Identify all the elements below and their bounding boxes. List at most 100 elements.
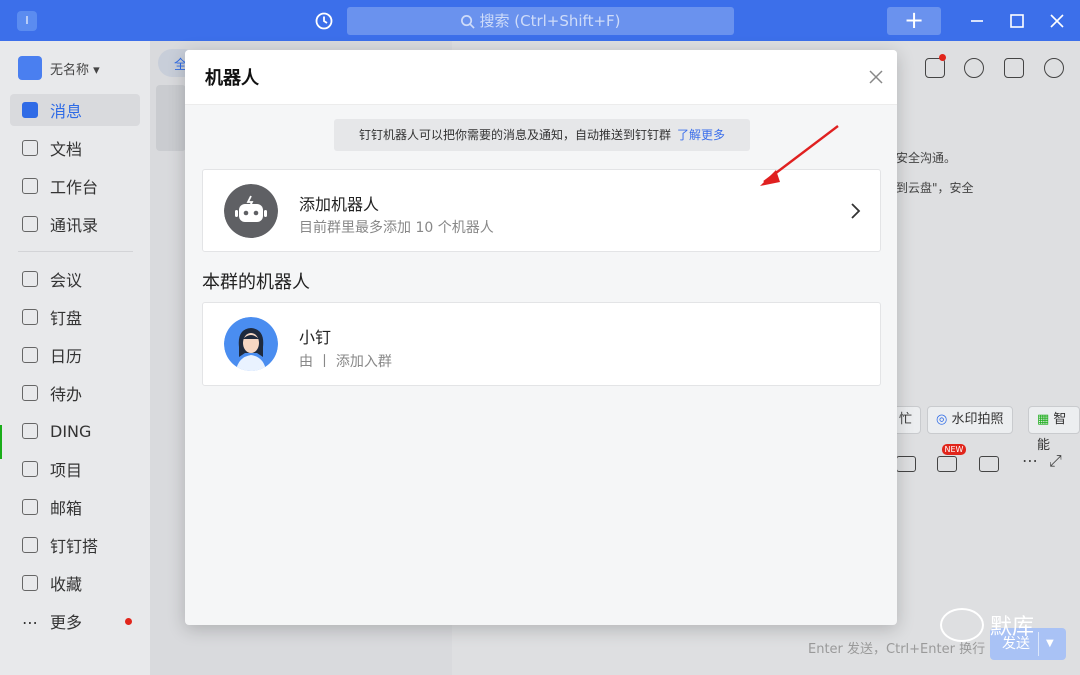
builder-icon (22, 537, 38, 553)
grid-icon (22, 178, 38, 194)
maximize-icon[interactable] (1006, 10, 1028, 32)
expand-icon[interactable]: ⤢ (1049, 451, 1062, 471)
sidebar-item-label: 会议 (50, 271, 83, 290)
quick-action-label: 水印拍照 (951, 412, 1004, 427)
wechat-logo-icon (940, 608, 984, 642)
more-icon: ⋯ (22, 613, 38, 632)
conversation-card[interactable] (156, 85, 186, 151)
sidebar-item-workbench[interactable]: 工作台 (10, 170, 140, 202)
sidebar-item-label: DING (50, 421, 92, 441)
add-robot-card[interactable]: 添加机器人 目前群里最多添加 10 个机器人 (202, 169, 881, 252)
title-bar: I 搜索 (Ctrl+Shift+F) + (0, 0, 1080, 41)
sidebar-item-label: 日历 (50, 347, 83, 366)
cloud-icon (22, 309, 38, 325)
sidebar-item-ding[interactable]: DING (10, 415, 140, 447)
learn-more-link[interactable]: 了解更多 (677, 128, 725, 142)
camera-icon: ◎ (936, 412, 952, 427)
mail-icon (22, 499, 38, 515)
sidebar-item-label: 邮箱 (50, 499, 83, 518)
search-placeholder: 搜索 (Ctrl+Shift+F) (479, 12, 621, 30)
sidebar-item-label: 钉盘 (50, 309, 83, 328)
sidebar-item-calendar[interactable]: 日历 (10, 339, 140, 371)
sidebar-item-more[interactable]: ⋯ 更多 (10, 605, 140, 637)
chat-text-line: 到云盘"，安全 (896, 181, 974, 195)
project-icon (22, 461, 38, 477)
sidebar-item-label: 钉钉搭 (50, 537, 99, 556)
folder-icon (22, 575, 38, 591)
sidebar-item-docs[interactable]: 文档 (10, 132, 140, 164)
org-switcher[interactable]: 无名称 ▾ (18, 56, 100, 80)
sidebar-item-favorites[interactable]: 收藏 (10, 567, 140, 599)
sidebar-item-label: 项目 (50, 461, 83, 480)
sidebar-item-label: 通讯录 (50, 216, 99, 235)
calendar-icon (22, 347, 38, 363)
sidebar-item-label: 收藏 (50, 575, 83, 594)
video-icon[interactable] (896, 456, 916, 472)
watermark-text: 默库 (990, 615, 1035, 640)
settings-icon[interactable] (1044, 58, 1064, 78)
group-file-icon[interactable] (925, 58, 945, 78)
notification-dot (939, 54, 946, 61)
chevron-down-icon[interactable]: ▼ (1046, 628, 1054, 660)
history-icon[interactable] (314, 11, 334, 31)
org-logo (18, 56, 42, 80)
sidebar-item-builder[interactable]: 钉钉搭 (10, 529, 140, 561)
bot-name: 小钉 (299, 328, 332, 347)
doc-icon (22, 140, 38, 156)
notice-text: 钉钉机器人可以把你需要的消息及通知，自动推送到钉钉群 (358, 128, 671, 142)
live-icon[interactable] (937, 456, 957, 472)
quick-action-smart[interactable]: ▦ 智能 (1028, 406, 1080, 453)
contacts-icon (22, 216, 38, 232)
chat-text-line: 安全沟通。 (896, 151, 957, 165)
robot-list-item[interactable]: 小钉 由 丨 添加入群 (202, 302, 881, 386)
bot-added-by: 由 丨 添加入群 (299, 354, 392, 370)
status-mark (0, 425, 2, 459)
sidebar-item-mail[interactable]: 邮箱 (10, 491, 140, 523)
message-icon (22, 102, 38, 118)
add-robot-title: 添加机器人 (299, 195, 380, 214)
sidebar: 无名称 ▾ 消息 文档 工作台 通讯录 会议 钉盘 日历 待办 DING 项目 … (0, 41, 150, 675)
sidebar-item-todo[interactable]: 待办 (10, 377, 140, 409)
add-robot-subtitle: 目前群里最多添加 10 个机器人 (299, 220, 494, 236)
close-icon[interactable] (867, 68, 885, 86)
todo-icon (22, 385, 38, 401)
create-button[interactable]: + (887, 7, 941, 35)
sidebar-item-label: 消息 (50, 102, 83, 121)
info-notice: 钉钉机器人可以把你需要的消息及通知，自动推送到钉钉群 了解更多 (334, 119, 750, 151)
minimize-icon[interactable] (966, 10, 988, 32)
search-input[interactable]: 搜索 (Ctrl+Shift+F) (347, 7, 734, 35)
chevron-right-icon (851, 203, 861, 219)
sidebar-item-project[interactable]: 项目 (10, 453, 140, 485)
notification-dot (125, 618, 132, 625)
ding-icon (22, 423, 38, 439)
send-separator (1038, 632, 1039, 656)
table-icon: ▦ (1037, 412, 1054, 427)
search-icon (461, 15, 476, 29)
search-chat-icon[interactable] (1004, 58, 1024, 78)
sidebar-item-label: 工作台 (50, 178, 99, 197)
app-badge[interactable]: I (17, 11, 37, 31)
robot-dialog: 机器人 钉钉机器人可以把你需要的消息及通知，自动推送到钉钉群 了解更多 添加机器人… (185, 50, 897, 625)
dialog-header: 机器人 (185, 50, 897, 105)
sidebar-item-label: 更多 (50, 613, 83, 632)
sidebar-item-label: 待办 (50, 385, 83, 404)
bot-avatar (224, 317, 278, 371)
meeting-icon (22, 271, 38, 287)
sidebar-item-drive[interactable]: 钉盘 (10, 301, 140, 333)
quick-action-watermark-photo[interactable]: ◎ 水印拍照 (927, 406, 1013, 434)
more-tools-icon[interactable]: ⋯ (1022, 451, 1038, 470)
sidebar-divider (18, 251, 133, 252)
sidebar-item-messages[interactable]: 消息 (10, 94, 140, 126)
group-robots-heading: 本群的机器人 (202, 272, 310, 293)
sidebar-item-meeting[interactable]: 会议 (10, 263, 140, 295)
mail-tool-icon[interactable] (979, 456, 999, 472)
dialog-title: 机器人 (205, 68, 259, 89)
add-member-icon[interactable] (964, 58, 984, 78)
close-window-icon[interactable] (1046, 10, 1068, 32)
new-badge: NEW (942, 444, 966, 455)
org-name: 无名称 ▾ (50, 62, 100, 78)
watermark: 默库 (940, 608, 1034, 642)
sidebar-item-contacts[interactable]: 通讯录 (10, 208, 140, 240)
sidebar-item-label: 文档 (50, 140, 83, 159)
robot-icon (224, 184, 278, 238)
